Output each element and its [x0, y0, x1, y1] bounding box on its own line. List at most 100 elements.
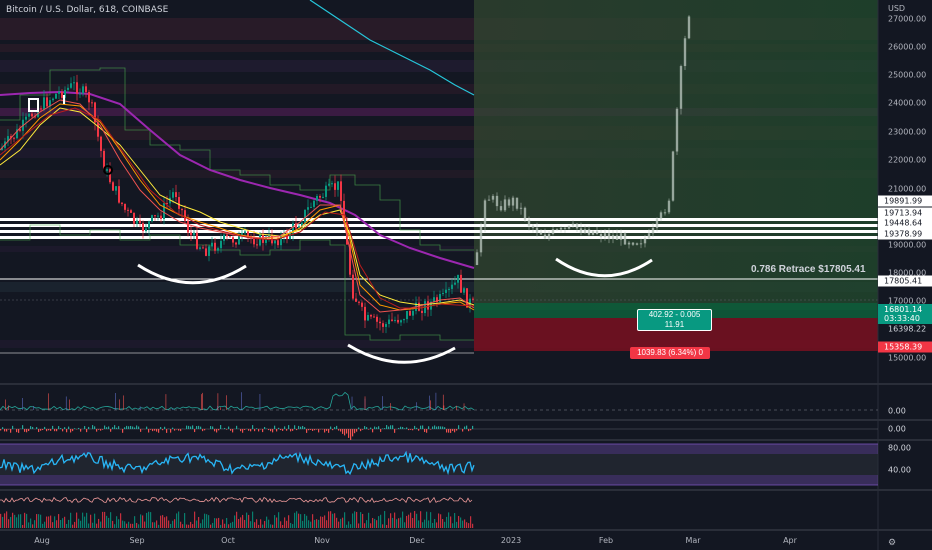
indicator-pane-1[interactable]: [0, 391, 878, 411]
indicator-value-label: 0.00: [888, 424, 906, 434]
volume-bar: [436, 522, 438, 528]
volume-bar: [42, 523, 44, 528]
candle-body: [448, 288, 450, 290]
projected-candle-body: [519, 207, 523, 209]
gear-icon[interactable]: ⚙: [888, 537, 896, 548]
histogram-bar: [340, 429, 342, 432]
projected-candle-body: [559, 227, 563, 230]
volume-bar: [460, 517, 462, 528]
histogram-bar: [284, 426, 286, 429]
currency-label: USD: [888, 4, 906, 13]
projected-candle-body: [607, 233, 611, 239]
volume-bar: [192, 524, 194, 528]
volume-bar: [124, 521, 126, 528]
candle-body: [394, 319, 396, 321]
candle-body: [466, 288, 468, 308]
histogram-bar: [40, 429, 42, 431]
volume-bar: [118, 519, 120, 528]
level-price-box[interactable]: 19378.99: [878, 228, 932, 240]
current-price-box[interactable]: 16801.14 03:33:40: [878, 304, 932, 324]
histogram-bar: [164, 426, 166, 429]
symbol-title[interactable]: Bitcoin / U.S. Dollar, 618, COINBASE: [6, 5, 168, 15]
volume-bar: [356, 511, 358, 528]
level-price-box[interactable]: 19891.99: [878, 195, 932, 207]
rsi-pane[interactable]: [0, 443, 878, 486]
volume-pane[interactable]: [0, 496, 474, 529]
level-price-box[interactable]: 17805.41: [878, 275, 932, 287]
histogram-bar: [52, 425, 54, 429]
volume-bar: [228, 524, 230, 528]
histogram-bar: [448, 429, 450, 433]
volume-bar: [438, 513, 440, 528]
candle-body: [304, 209, 306, 223]
level-price-box[interactable]: 19448.64: [878, 217, 932, 229]
indicator-pane-2[interactable]: [0, 425, 878, 440]
time-label: Apr: [783, 536, 797, 545]
projected-candle-body: [523, 207, 527, 220]
volume-bar: [76, 512, 78, 528]
candle-body: [55, 93, 57, 99]
candle-body: [358, 301, 360, 303]
histogram-bar: [334, 427, 336, 429]
histogram-bar: [394, 429, 396, 433]
candle-body: [52, 98, 54, 101]
histogram-bar: [316, 429, 318, 430]
measure-box-green[interactable]: 402.92 - 0.005 11.91: [637, 309, 712, 331]
candle-body: [190, 232, 192, 236]
histogram-bar: [236, 425, 238, 429]
histogram-bar: [64, 427, 66, 429]
measure-box-red[interactable]: 1039.83 (6.34%) 0: [630, 347, 710, 359]
volume-bar: [394, 512, 396, 528]
range-envelope: [0, 67, 474, 251]
histogram-bar: [210, 426, 212, 429]
volume-bar: [162, 515, 164, 528]
volume-bar: [342, 517, 344, 528]
volume-bar: [296, 511, 298, 528]
volume-bar: [278, 512, 280, 528]
candle-body: [19, 129, 21, 131]
histogram-bar: [330, 426, 332, 429]
histogram-bar: [80, 429, 82, 432]
histogram-bar: [156, 429, 158, 432]
histogram-bar: [214, 429, 216, 432]
volume-bar: [218, 517, 220, 528]
volume-bar: [396, 519, 398, 528]
histogram-bar: [404, 428, 406, 429]
volume-bar: [344, 512, 346, 528]
histogram-bar: [302, 425, 304, 429]
volume-bar: [206, 514, 208, 528]
volume-bar: [18, 514, 20, 528]
volume-bar: [404, 522, 406, 528]
candle-body: [364, 306, 366, 321]
volume-bar: [98, 518, 100, 528]
candle-body: [61, 91, 63, 98]
volume-bar: [378, 516, 380, 528]
price-chart[interactable]: [0, 0, 932, 550]
histogram-bar: [240, 429, 242, 432]
volume-bar: [82, 512, 84, 528]
volume-bar: [392, 517, 394, 528]
volume-bar: [242, 514, 244, 528]
level-price-box-red[interactable]: 15358.39: [878, 341, 932, 353]
time-label: Feb: [598, 536, 614, 545]
candle-body: [151, 215, 153, 222]
projected-candle-body: [547, 233, 551, 239]
candle-body: [46, 97, 48, 107]
projected-candle-body: [527, 219, 531, 226]
volume-bar: [428, 520, 430, 528]
volume-bar: [366, 520, 368, 528]
volume-bar: [176, 513, 178, 528]
retrace-label[interactable]: 0.786 Retrace $17805.41: [751, 264, 866, 275]
volume-bar: [310, 521, 312, 528]
candle-body: [85, 86, 87, 93]
histogram-bar: [84, 426, 86, 429]
histogram-bar: [146, 426, 148, 429]
histogram-bar: [232, 429, 234, 433]
volume-bar: [38, 514, 40, 528]
projected-candle-body: [551, 229, 555, 234]
candle-body: [433, 297, 435, 302]
histogram-bar: [220, 425, 222, 429]
current-price: 16801.14: [884, 305, 923, 314]
volume-bar: [196, 520, 198, 528]
candle-body: [43, 97, 45, 110]
